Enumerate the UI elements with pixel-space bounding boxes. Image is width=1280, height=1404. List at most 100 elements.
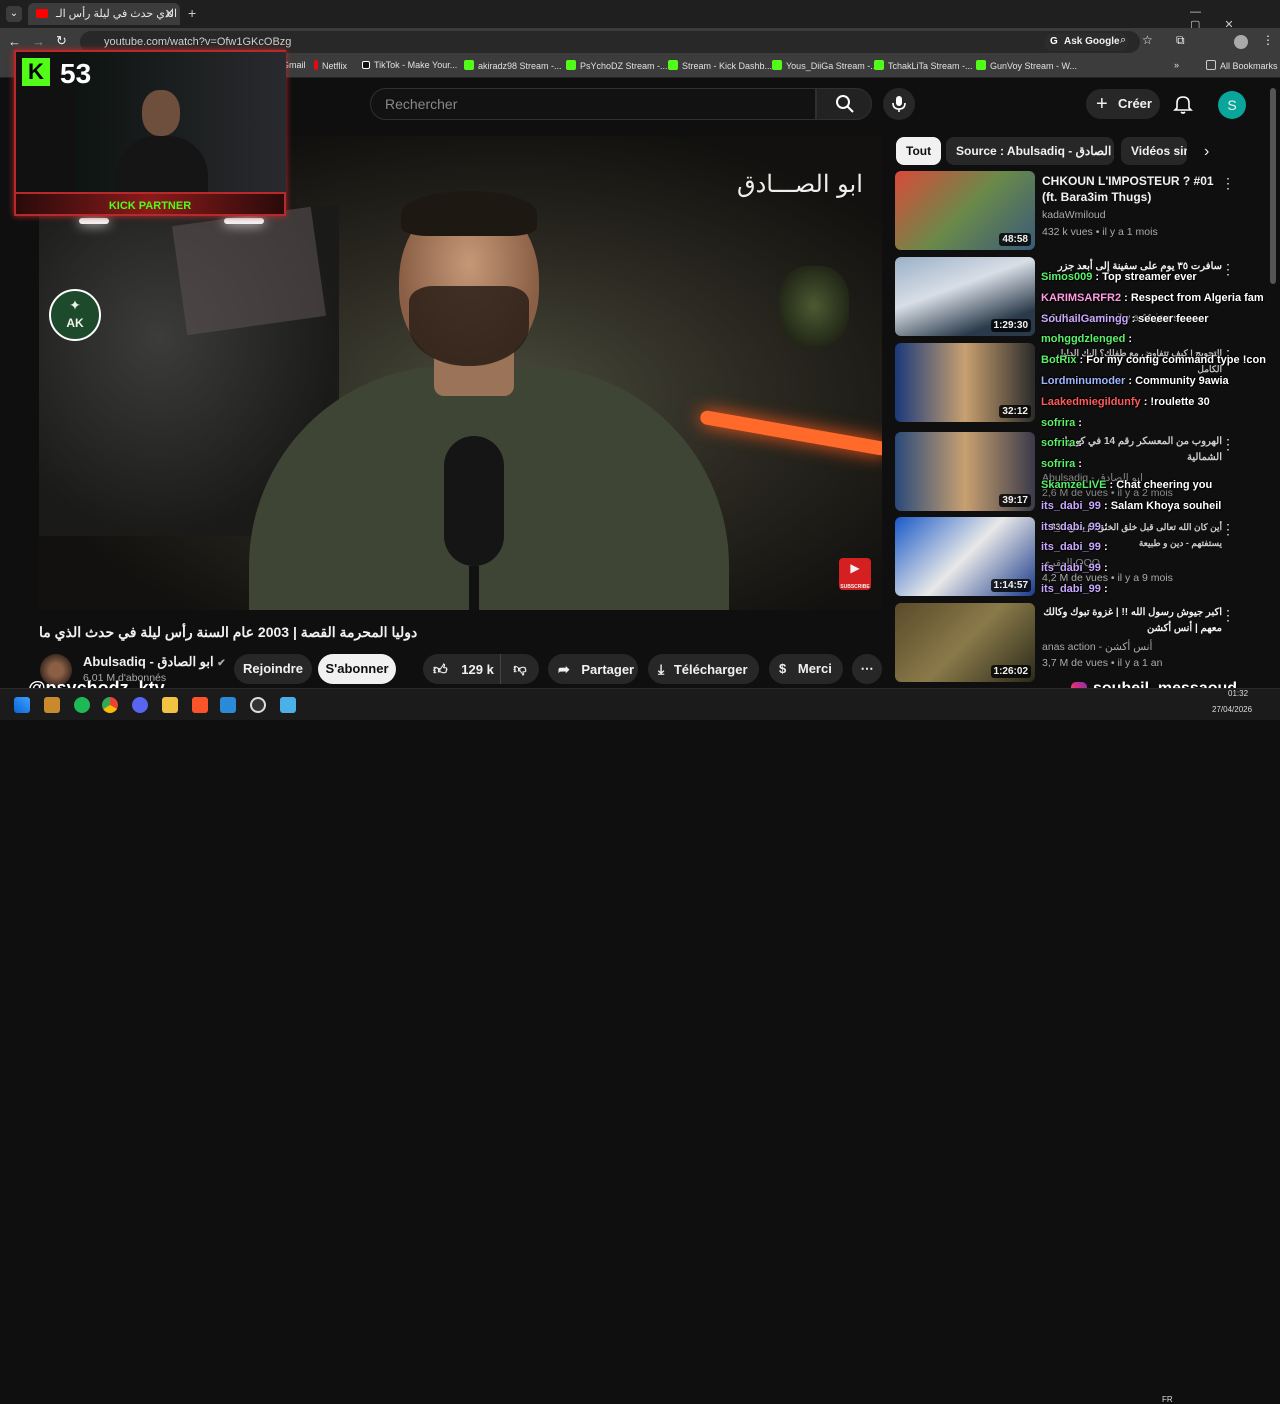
voice-search-button[interactable]	[883, 88, 915, 120]
bookmark-akiradz98[interactable]: akiradz98 Stream -...	[464, 60, 562, 71]
like-button[interactable]: 👍︎ 129 k	[423, 654, 501, 684]
more-actions-button[interactable]: ⋯	[852, 654, 882, 684]
more-options-icon[interactable]: ⋮	[1221, 436, 1235, 453]
search-button[interactable]	[816, 88, 872, 120]
chat-username[interactable]: Lordminumoder	[1041, 375, 1125, 387]
star-icon[interactable]: ☆	[1142, 33, 1153, 47]
chat-text: : Respect from Algeria fam	[1121, 291, 1264, 304]
brave-icon[interactable]	[192, 697, 208, 713]
clock-time[interactable]: 01:32	[1228, 689, 1248, 698]
chat-message: its_dabi_99 : Salam Khoya souheil	[1041, 500, 1221, 512]
recommendation-item[interactable]: 48:58 CHKOUN L'IMPOSTEUR ? #01 (ft. Bara…	[895, 171, 1267, 251]
channel-name[interactable]: Abulsadiq - ابو الصادق ✔	[83, 654, 226, 670]
chat-username[interactable]: its_dabi_99	[1041, 500, 1101, 512]
chat-username[interactable]: sofrira	[1041, 417, 1075, 429]
tab-youtube[interactable]: ما الذي حدث في ليلة رأس الـ ✕	[28, 3, 180, 25]
new-tab-icon[interactable]: +	[188, 5, 196, 21]
ceiling-light	[79, 218, 109, 224]
more-options-icon[interactable]: ⋮	[1221, 521, 1235, 538]
bookmark-kick-dashboard[interactable]: Stream - Kick Dashb...	[668, 60, 772, 71]
chat-username[interactable]: sofrira	[1041, 458, 1075, 470]
chat-text: : Community 9awia	[1125, 375, 1229, 387]
video-thumbnail[interactable]: 1:26:02	[895, 603, 1035, 682]
back-icon[interactable]: ←	[8, 34, 21, 49]
forward-icon[interactable]: →	[32, 34, 45, 49]
spotify-icon[interactable]	[74, 697, 90, 713]
zoom-icon[interactable]: ⌕	[1120, 34, 1126, 47]
profile-icon[interactable]	[1234, 35, 1248, 49]
file-explorer-icon[interactable]	[162, 697, 178, 713]
bookmark-netflix[interactable]: Netflix	[314, 60, 347, 71]
chrome-icon[interactable]	[102, 697, 118, 713]
tab-list-icon[interactable]: ⌄	[6, 6, 22, 22]
chat-username[interactable]: SouhailGamingg	[1041, 313, 1128, 325]
video-thumbnail[interactable]: 39:17	[895, 432, 1035, 511]
duration-badge: 39:17	[999, 494, 1031, 507]
bookmark-tiktok[interactable]: TikTok - Make Your...	[362, 60, 457, 70]
page-scrollbar[interactable]	[1270, 88, 1276, 284]
chip-similar[interactable]: Vidéos sim	[1121, 137, 1187, 165]
clock-date[interactable]: 27/04/2026	[1212, 705, 1252, 714]
chat-text: :	[1100, 583, 1108, 595]
photos-icon[interactable]	[220, 697, 236, 713]
more-options-icon[interactable]: ⋮	[1221, 607, 1235, 624]
download-button[interactable]: ⤓ Télécharger	[648, 654, 759, 684]
subscribe-button[interactable]: S'abonner	[318, 654, 396, 684]
language-indicator[interactable]: FR	[1162, 1395, 1173, 1404]
chat-username[interactable]: SkamzeLIVE	[1041, 479, 1106, 491]
recommendation-item[interactable]: 1:26:02 اكبر جيوش رسول الله !! | غزوة تب…	[895, 603, 1267, 683]
join-button[interactable]: Rejoindre	[234, 654, 312, 684]
subscribe-badge-label: SUBSCRIBE	[840, 584, 870, 590]
video-thumbnail[interactable]: 32:12	[895, 343, 1035, 422]
app-icon[interactable]	[44, 697, 60, 713]
video-thumbnail[interactable]: 1:14:57	[895, 517, 1035, 596]
bookmark-tchaklita[interactable]: TchakLiTa Stream -...	[874, 60, 973, 71]
search-input[interactable]: Rechercher	[370, 88, 816, 120]
dislike-button[interactable]: 👎︎	[501, 654, 539, 684]
eagle-icon: ✦	[69, 297, 81, 313]
ask-google-button[interactable]: G Ask Google	[1044, 33, 1128, 51]
chat-message: BotRix : For my config command type !con	[1041, 354, 1266, 366]
presenter-hair	[401, 191, 537, 236]
account-avatar[interactable]: S	[1218, 91, 1246, 119]
chat-message: its_dabi_99 :	[1041, 521, 1108, 533]
share-button[interactable]: ➦ Partager	[548, 654, 638, 684]
create-button[interactable]: + Créer	[1086, 89, 1160, 119]
notifications-bell-icon[interactable]	[1173, 94, 1193, 114]
chat-message: its_dabi_99 :	[1041, 562, 1108, 574]
chip-source[interactable]: Source : Abulsadiq - ابو الصادق	[946, 137, 1114, 165]
chat-username[interactable]: BotRix	[1041, 354, 1076, 366]
chat-username[interactable]: its_dabi_99	[1041, 541, 1101, 553]
bookmarks-overflow-icon[interactable]: »	[1174, 60, 1179, 70]
all-bookmarks[interactable]: All Bookmarks	[1206, 60, 1278, 71]
notepad-icon[interactable]	[280, 697, 296, 713]
discord-icon[interactable]	[132, 697, 148, 713]
chat-username[interactable]: Laakedmiegildunfy	[1041, 396, 1141, 408]
chip-all[interactable]: Tout	[896, 137, 942, 165]
ak-logo-text: AK	[66, 316, 84, 330]
thanks-button[interactable]: $ Merci	[769, 654, 843, 684]
bookmark-psychodz[interactable]: PsYchoDZ Stream -...	[566, 60, 668, 71]
chevron-right-icon[interactable]: ›	[1204, 143, 1209, 161]
chat-username[interactable]: KARIMSARFR2	[1041, 292, 1121, 304]
kick-icon	[668, 60, 678, 70]
video-thumbnail[interactable]: 48:58	[895, 171, 1035, 250]
menu-icon[interactable]: ⋮	[1262, 33, 1274, 47]
chat-username[interactable]: its_dabi_99	[1041, 583, 1101, 595]
more-options-icon[interactable]: ⋮	[1221, 175, 1235, 192]
reload-icon[interactable]: ↻	[56, 33, 67, 49]
bookmark-gunvoy[interactable]: GunVoy Stream - W...	[976, 60, 1077, 71]
windows-start-icon[interactable]	[14, 697, 30, 713]
more-options-icon[interactable]: ⋮	[1221, 261, 1235, 278]
bookmark-yous-diiga[interactable]: Yous_DiiGa Stream -...	[772, 60, 878, 71]
chat-username[interactable]: mohggdzlenged	[1041, 333, 1125, 345]
chat-username[interactable]: Simos009	[1041, 271, 1092, 283]
subscribe-badge[interactable]: ▶ SUBSCRIBE	[839, 558, 871, 590]
tab-close-icon[interactable]: ✕	[165, 3, 174, 25]
extensions-icon[interactable]: ⧉	[1176, 33, 1185, 48]
chat-username[interactable]: its_dabi_99	[1041, 562, 1101, 574]
video-thumbnail[interactable]: 1:29:30	[895, 257, 1035, 336]
obs-icon[interactable]	[250, 697, 266, 713]
chat-username[interactable]: its_dabi_99	[1041, 521, 1101, 533]
chat-username[interactable]: sofrira	[1041, 437, 1075, 449]
